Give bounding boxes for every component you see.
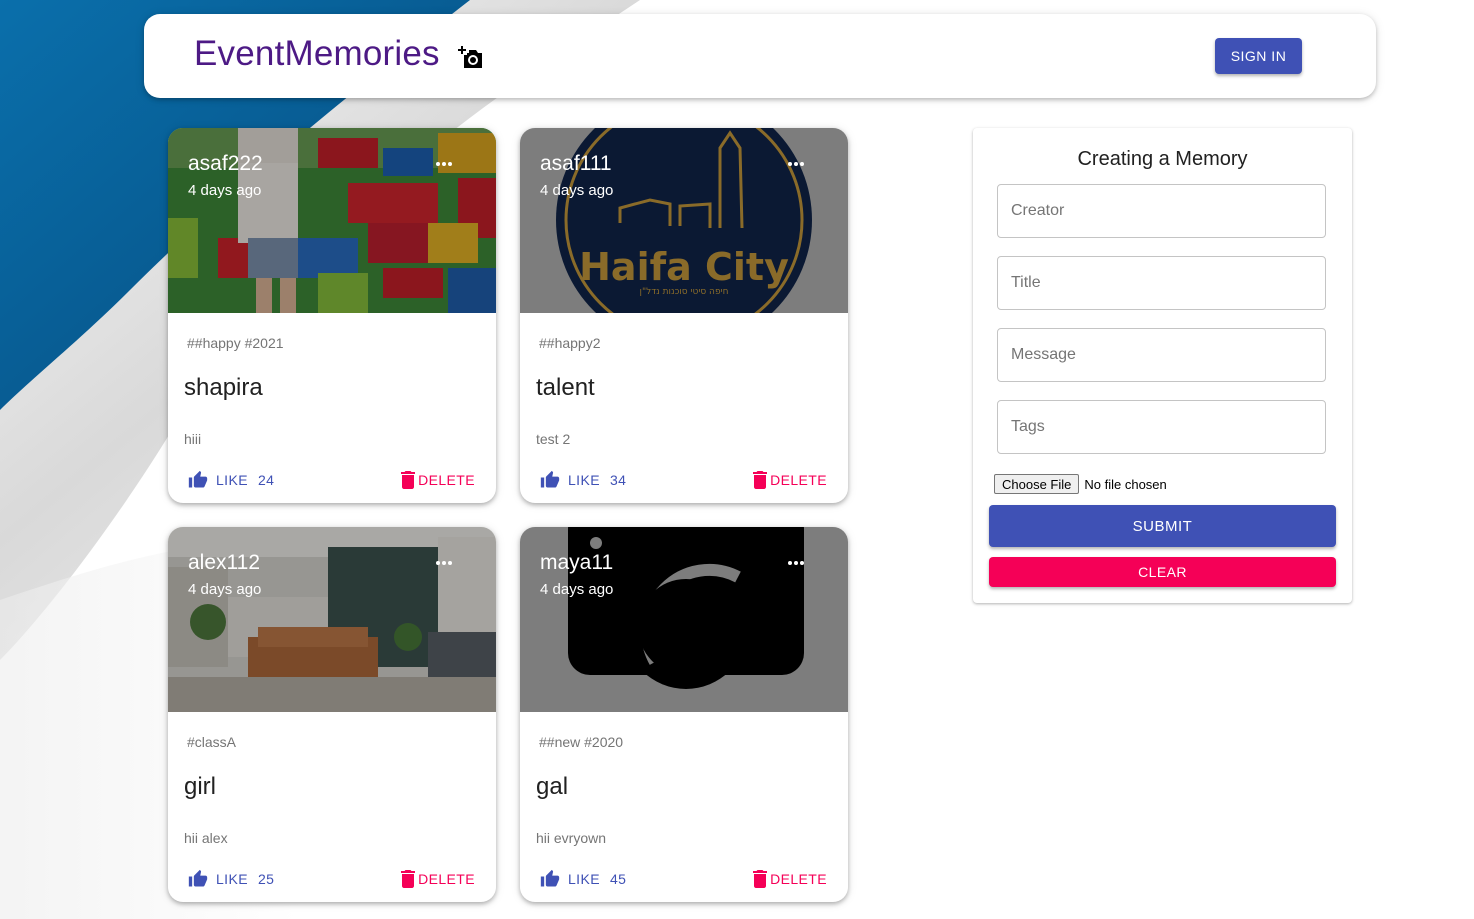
clear-button[interactable]: CLEAR [989, 557, 1336, 587]
memory-card: maya11 4 days ago ##new #2020 gal hii ev… [520, 527, 848, 902]
like-count: 24 [257, 472, 275, 488]
sign-in-button[interactable]: SIGN IN [1215, 38, 1302, 74]
thumb-up-icon [188, 470, 208, 488]
memory-card: Haifa City חיפה סיטי סוכנות נדל"ן asaf11… [520, 128, 848, 503]
title-field[interactable] [997, 256, 1326, 310]
post-title: talent [536, 374, 595, 401]
delete-label: DELETE [770, 871, 827, 887]
delete-button[interactable]: DELETE [400, 468, 475, 492]
post-time: 4 days ago [188, 182, 262, 199]
delete-button[interactable]: DELETE [400, 867, 475, 891]
like-count: 34 [609, 472, 627, 488]
add-a-photo-icon [458, 46, 482, 68]
like-button[interactable]: LIKE 25 [188, 867, 274, 891]
memory-card: asaf222 4 days ago ##happy #2021 shapira… [168, 128, 496, 503]
post-message: test 2 [536, 431, 571, 447]
like-button[interactable]: LIKE 24 [188, 468, 274, 492]
like-count: 25 [257, 871, 275, 887]
post-title: gal [536, 773, 569, 800]
delete-icon [753, 870, 768, 888]
more-horiz-icon[interactable] [782, 152, 810, 176]
thumb-up-icon [540, 869, 560, 887]
delete-icon [753, 471, 768, 489]
delete-icon [401, 870, 416, 888]
like-button[interactable]: LIKE 34 [540, 468, 626, 492]
creator-name: alex112 [188, 551, 261, 574]
post-time: 4 days ago [540, 182, 614, 199]
post-tags: ##happy #2021 [187, 335, 284, 351]
submit-button[interactable]: SUBMIT [989, 505, 1336, 547]
like-label: LIKE [216, 472, 248, 488]
more-horiz-icon[interactable] [430, 152, 458, 176]
delete-icon [401, 471, 416, 489]
delete-label: DELETE [770, 472, 827, 488]
like-label: LIKE [568, 871, 600, 887]
thumb-up-icon [540, 470, 560, 488]
like-label: LIKE [216, 871, 248, 887]
file-input: Choose File No file chosen [994, 474, 1167, 494]
post-tags: ##happy2 [539, 335, 601, 351]
app-bar: EventMemories SIGN IN [144, 14, 1376, 98]
post-tags: ##new #2020 [539, 734, 624, 750]
brand-title: EventMemories [194, 34, 440, 73]
post-message: hii evryown [536, 830, 607, 846]
creator-name: maya11 [540, 551, 614, 574]
message-field[interactable] [997, 328, 1326, 382]
post-time: 4 days ago [188, 581, 262, 598]
delete-button[interactable]: DELETE [752, 468, 827, 492]
post-tags: #classA [187, 734, 237, 750]
post-message: hiii [184, 431, 202, 447]
delete-label: DELETE [418, 871, 475, 887]
like-count: 45 [609, 871, 627, 887]
creator-field[interactable] [997, 184, 1326, 238]
thumb-up-icon [188, 869, 208, 887]
delete-button[interactable]: DELETE [752, 867, 827, 891]
post-title: girl [184, 773, 217, 800]
more-horiz-icon[interactable] [782, 551, 810, 575]
memory-card: alex112 4 days ago #classA girl hii alex… [168, 527, 496, 902]
creator-name: asaf222 [188, 152, 263, 175]
like-button[interactable]: LIKE 45 [540, 867, 626, 891]
tags-field[interactable] [997, 400, 1326, 454]
like-label: LIKE [568, 472, 600, 488]
delete-label: DELETE [418, 472, 475, 488]
post-time: 4 days ago [540, 581, 614, 598]
creator-name: asaf111 [540, 152, 612, 175]
choose-file-button[interactable]: Choose File [994, 474, 1080, 494]
form-title: Creating a Memory [1077, 148, 1248, 170]
post-message: hii alex [184, 830, 228, 846]
more-horiz-icon[interactable] [430, 551, 458, 575]
memory-form: Creating a Memory Choose File No file ch… [973, 128, 1352, 603]
file-status: No file chosen [1084, 476, 1167, 492]
post-title: shapira [184, 374, 263, 401]
